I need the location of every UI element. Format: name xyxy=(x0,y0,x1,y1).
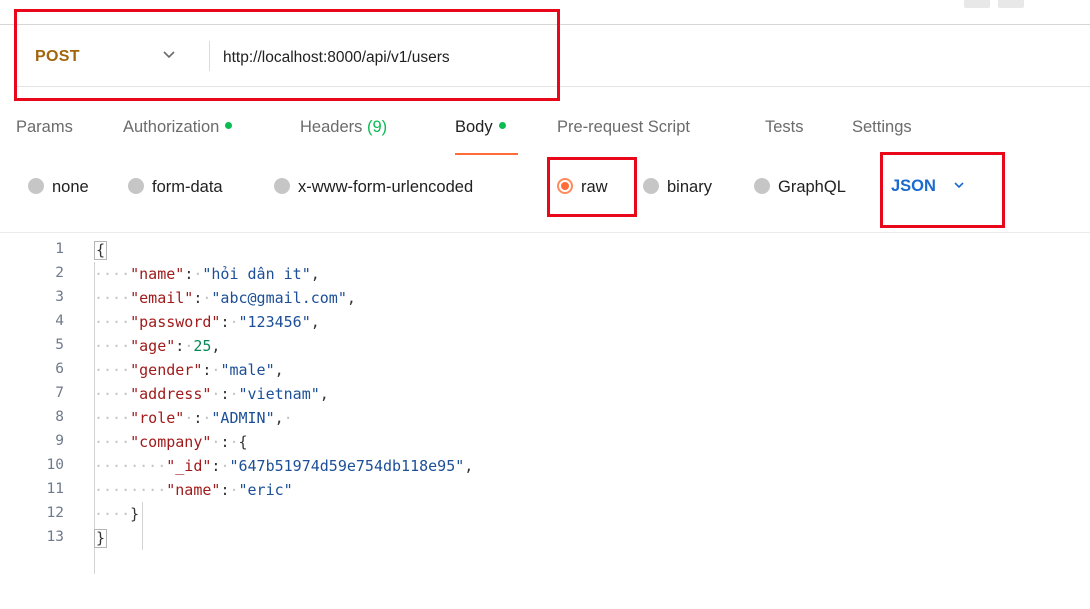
annotation-box-url xyxy=(14,9,560,101)
json-string: "vietnam" xyxy=(238,385,320,403)
annotation-box-raw xyxy=(547,157,637,217)
status-dot-icon xyxy=(498,122,506,130)
code-line: 7 ····"address"·:·"vietnam", xyxy=(0,382,1090,406)
radio-label: GraphQL xyxy=(778,178,846,196)
code-line: 1 { xyxy=(0,238,1090,262)
tab-settings[interactable]: Settings xyxy=(852,118,912,137)
line-number: 13 xyxy=(46,529,64,545)
radio-label: binary xyxy=(667,178,712,196)
radio-icon xyxy=(128,177,144,194)
code-line: 6 ····"gender":·"male", xyxy=(0,358,1090,382)
tab-label: Authorization xyxy=(123,118,220,136)
json-key: "password" xyxy=(130,313,221,331)
json-string: "ADMIN" xyxy=(211,409,275,427)
code-line: 4 ····"password":·"123456", xyxy=(0,310,1090,334)
line-number: 8 xyxy=(55,409,64,425)
line-number: 4 xyxy=(55,313,64,329)
code-line: 5 ····"age":·25, xyxy=(0,334,1090,358)
radio-icon xyxy=(754,177,770,194)
json-string: "647b51974d59e754db118e95" xyxy=(229,457,465,475)
tab-tests[interactable]: Tests xyxy=(765,118,804,137)
json-key: "age" xyxy=(130,337,176,355)
tab-params[interactable]: Params xyxy=(16,118,73,137)
tab-label: Body xyxy=(455,118,493,136)
json-key: "name" xyxy=(130,265,185,283)
tab-label: Pre-request Script xyxy=(557,118,690,136)
divider xyxy=(0,232,1090,233)
radio-none[interactable]: none xyxy=(28,177,89,197)
json-key: "_id" xyxy=(166,457,212,475)
code-comma: , xyxy=(274,409,284,427)
tab-body[interactable]: Body xyxy=(455,118,506,137)
line-number: 7 xyxy=(55,385,64,401)
tab-authorization[interactable]: Authorization xyxy=(123,118,233,137)
tab-count-badge: (9) xyxy=(366,118,388,136)
line-number: 9 xyxy=(55,433,64,449)
code-comma: , xyxy=(346,289,356,307)
code-comma: , xyxy=(310,313,320,331)
window-control[interactable] xyxy=(998,0,1024,8)
radio-form-data[interactable]: form-data xyxy=(128,177,223,197)
tab-pre-request-script[interactable]: Pre-request Script xyxy=(557,118,690,137)
line-number: 3 xyxy=(55,289,64,305)
window-control[interactable] xyxy=(964,0,990,8)
code-line: 8 ····"role"·:·"ADMIN",· xyxy=(0,406,1090,430)
code-comma: , xyxy=(211,337,221,355)
code-brace: } xyxy=(94,529,108,548)
code-colon: : xyxy=(175,337,185,355)
radio-graphql[interactable]: GraphQL xyxy=(754,177,846,197)
code-line: 9 ····"company"·:·{ xyxy=(0,430,1090,454)
status-dot-icon xyxy=(225,122,233,130)
json-string: "hỏi dân it" xyxy=(202,265,311,283)
radio-label: x-www-form-urlencoded xyxy=(298,178,474,196)
active-tab-indicator xyxy=(455,153,518,155)
json-string: "eric" xyxy=(238,481,293,499)
json-string: "abc@gmail.com" xyxy=(211,289,347,307)
code-editor[interactable]: 1 { 2 ····"name":·"hỏi dân it", 3 ····"e… xyxy=(0,238,1090,609)
code-line: 3 ····"email":·"abc@gmail.com", xyxy=(0,286,1090,310)
tab-label: Headers xyxy=(300,118,363,136)
code-comma: , xyxy=(310,265,320,283)
line-number: 11 xyxy=(46,481,64,497)
json-key: "gender" xyxy=(130,361,203,379)
radio-label: none xyxy=(52,178,89,196)
json-key: "name" xyxy=(166,481,221,499)
code-line: 13 } xyxy=(0,526,1090,550)
json-key: "role" xyxy=(130,409,185,427)
code-brace: { xyxy=(238,433,248,451)
line-number: 5 xyxy=(55,337,64,353)
code-comma: , xyxy=(464,457,474,475)
radio-x-www-form-urlencoded[interactable]: x-www-form-urlencoded xyxy=(274,177,474,197)
tab-label: Params xyxy=(16,118,73,136)
json-number: 25 xyxy=(193,337,212,355)
radio-icon xyxy=(274,177,290,194)
tab-label: Tests xyxy=(765,118,804,136)
radio-icon xyxy=(28,177,44,194)
radio-binary[interactable]: binary xyxy=(643,177,712,197)
radio-label: form-data xyxy=(152,178,223,196)
line-number: 1 xyxy=(55,241,64,257)
code-comma: , xyxy=(274,361,284,379)
json-key: "address" xyxy=(130,385,212,403)
code-brace: { xyxy=(94,241,108,260)
code-line: 2 ····"name":·"hỏi dân it", xyxy=(0,262,1090,286)
radio-icon xyxy=(643,177,659,194)
line-number: 10 xyxy=(46,457,64,473)
code-comma: , xyxy=(319,385,329,403)
line-number: 2 xyxy=(55,265,64,281)
tab-label: Settings xyxy=(852,118,912,136)
json-string: "123456" xyxy=(238,313,311,331)
json-string: "male" xyxy=(220,361,275,379)
code-colon: : xyxy=(184,265,194,283)
json-key: "email" xyxy=(130,289,194,307)
code-line: 12 ····} xyxy=(0,502,1090,526)
line-number: 12 xyxy=(46,505,64,521)
line-number: 6 xyxy=(55,361,64,377)
json-key: "company" xyxy=(130,433,212,451)
annotation-box-json xyxy=(880,152,1005,228)
code-brace: } xyxy=(130,505,140,523)
tab-headers[interactable]: Headers (9) xyxy=(300,118,387,137)
code-line: 10 ········"_id":·"647b51974d59e754db118… xyxy=(0,454,1090,478)
code-line: 11 ········"name":·"eric" xyxy=(0,478,1090,502)
